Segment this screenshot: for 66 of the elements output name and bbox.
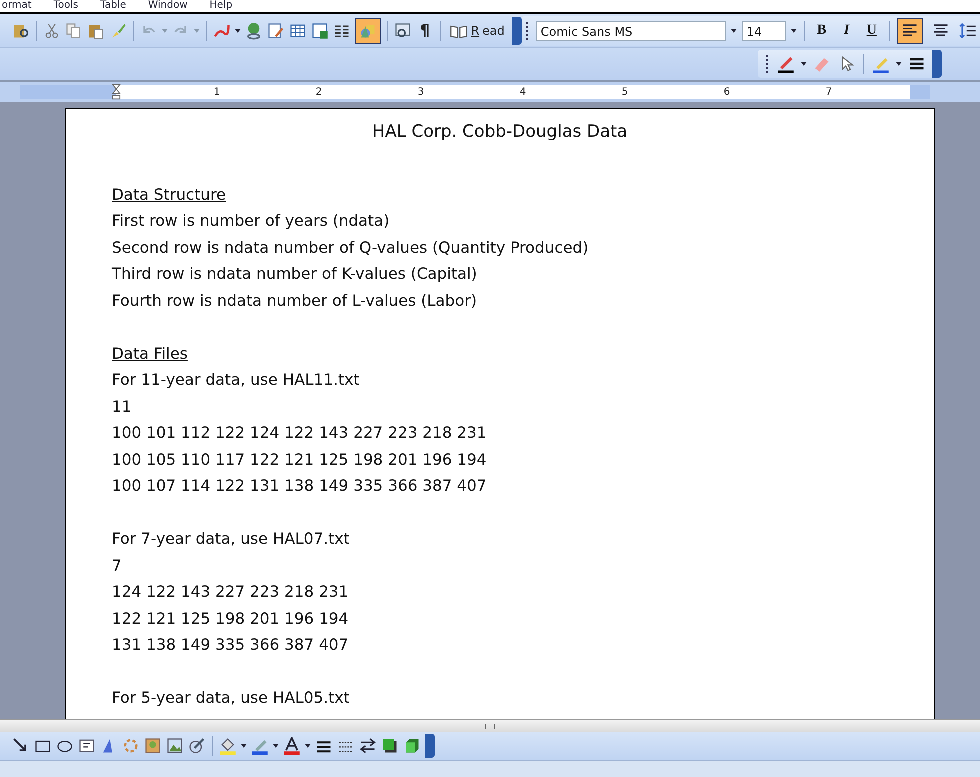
text-line: First row is number of years (ndata) <box>112 211 390 232</box>
ruler-number: 6 <box>722 86 732 98</box>
text-line: For 11-year data, use HAL11.txt <box>112 370 360 391</box>
copy-icon[interactable] <box>65 22 83 40</box>
align-left-button[interactable] <box>896 18 923 44</box>
menu-item[interactable]: Window <box>148 0 188 12</box>
spreadsheet-icon[interactable] <box>311 22 329 40</box>
section-heading: Data Structure <box>112 184 226 206</box>
scissors-icon[interactable] <box>43 22 61 40</box>
fill-bucket-icon[interactable] <box>219 737 237 755</box>
clip-art-icon[interactable] <box>144 737 162 755</box>
underline-button[interactable]: U <box>862 22 882 38</box>
indent-marker-icon[interactable] <box>112 83 121 101</box>
caret-icon[interactable] <box>273 744 279 748</box>
font-color-icon[interactable] <box>283 737 301 755</box>
menu-item[interactable]: ormat <box>2 0 32 12</box>
caret-icon[interactable] <box>241 744 247 748</box>
toolbar-options-handle[interactable] <box>512 16 522 44</box>
ink-pen-icon[interactable] <box>777 55 795 73</box>
ruler-number: 7 <box>824 86 834 98</box>
menu-item[interactable]: Help <box>210 0 233 12</box>
caret-icon[interactable] <box>305 744 311 748</box>
arrows-icon[interactable] <box>359 737 377 755</box>
text-line: Third row is ndata number of K-values (Capital) <box>112 264 478 285</box>
image-icon[interactable] <box>166 737 184 755</box>
section-heading: Data Files <box>112 344 188 364</box>
caret-icon[interactable] <box>790 28 797 32</box>
toolbar-grip[interactable] <box>526 22 531 40</box>
ruler-number: 3 <box>416 86 426 98</box>
bold-button[interactable]: B <box>812 22 832 38</box>
document-title: HAL Corp. Cobb-Douglas Data <box>371 121 629 144</box>
toolbar-options-handle[interactable] <box>932 50 942 78</box>
shadow-icon[interactable] <box>381 737 399 755</box>
text-line: 131 138 149 335 366 387 407 <box>112 635 349 656</box>
show-formatting-button[interactable]: ¶ <box>416 21 434 40</box>
text-box-icon[interactable] <box>78 737 96 755</box>
font-field[interactable]: Comic Sans MS <box>536 20 726 40</box>
text-line: 124 122 143 227 223 218 231 <box>112 582 349 603</box>
text-line: For 5-year data, use HAL05.txt <box>112 688 350 709</box>
text-line: For 7-year data, use HAL07.txt <box>112 529 350 550</box>
text-line: 122 121 125 198 201 196 194 <box>112 608 349 630</box>
caret-icon[interactable] <box>896 62 902 66</box>
text-line: 100 101 112 122 124 122 143 227 223 218 231 <box>112 423 487 444</box>
drawing-button[interactable] <box>355 18 381 44</box>
text-line: 7 <box>112 556 122 576</box>
ruler[interactable]: 1 2 3 4 5 6 7 <box>0 82 980 102</box>
italic-button[interactable]: I <box>836 22 857 38</box>
line-spacing-icon[interactable] <box>958 22 977 40</box>
toolbar-options-handle[interactable] <box>425 734 435 758</box>
ruler-number: 1 <box>212 86 222 98</box>
font-size-field[interactable]: 14 <box>742 20 786 40</box>
caret-icon[interactable] <box>801 62 807 66</box>
ruler-number: 5 <box>620 86 630 98</box>
toolbar-grip[interactable] <box>766 55 771 73</box>
text-line: Fourth row is ndata number of L-values (Labor) <box>112 290 478 312</box>
caret-icon[interactable] <box>730 28 737 32</box>
ruler-number: 4 <box>518 86 528 98</box>
table-pencil-icon[interactable] <box>267 22 285 40</box>
menu-item[interactable]: Tools <box>54 0 78 12</box>
caret-icon[interactable] <box>235 28 241 32</box>
text-line: 11 <box>112 396 132 418</box>
text-line: Second row is ndata number of Q-values (Quantity Produced) <box>112 238 589 258</box>
menu-item[interactable]: Table <box>100 0 126 12</box>
text-line: 100 105 110 117 122 121 125 198 201 196 194 <box>112 450 487 470</box>
text-line: 100 107 114 122 131 138 149 335 366 387 407 <box>112 476 487 497</box>
ruler-number: 2 <box>314 86 324 98</box>
